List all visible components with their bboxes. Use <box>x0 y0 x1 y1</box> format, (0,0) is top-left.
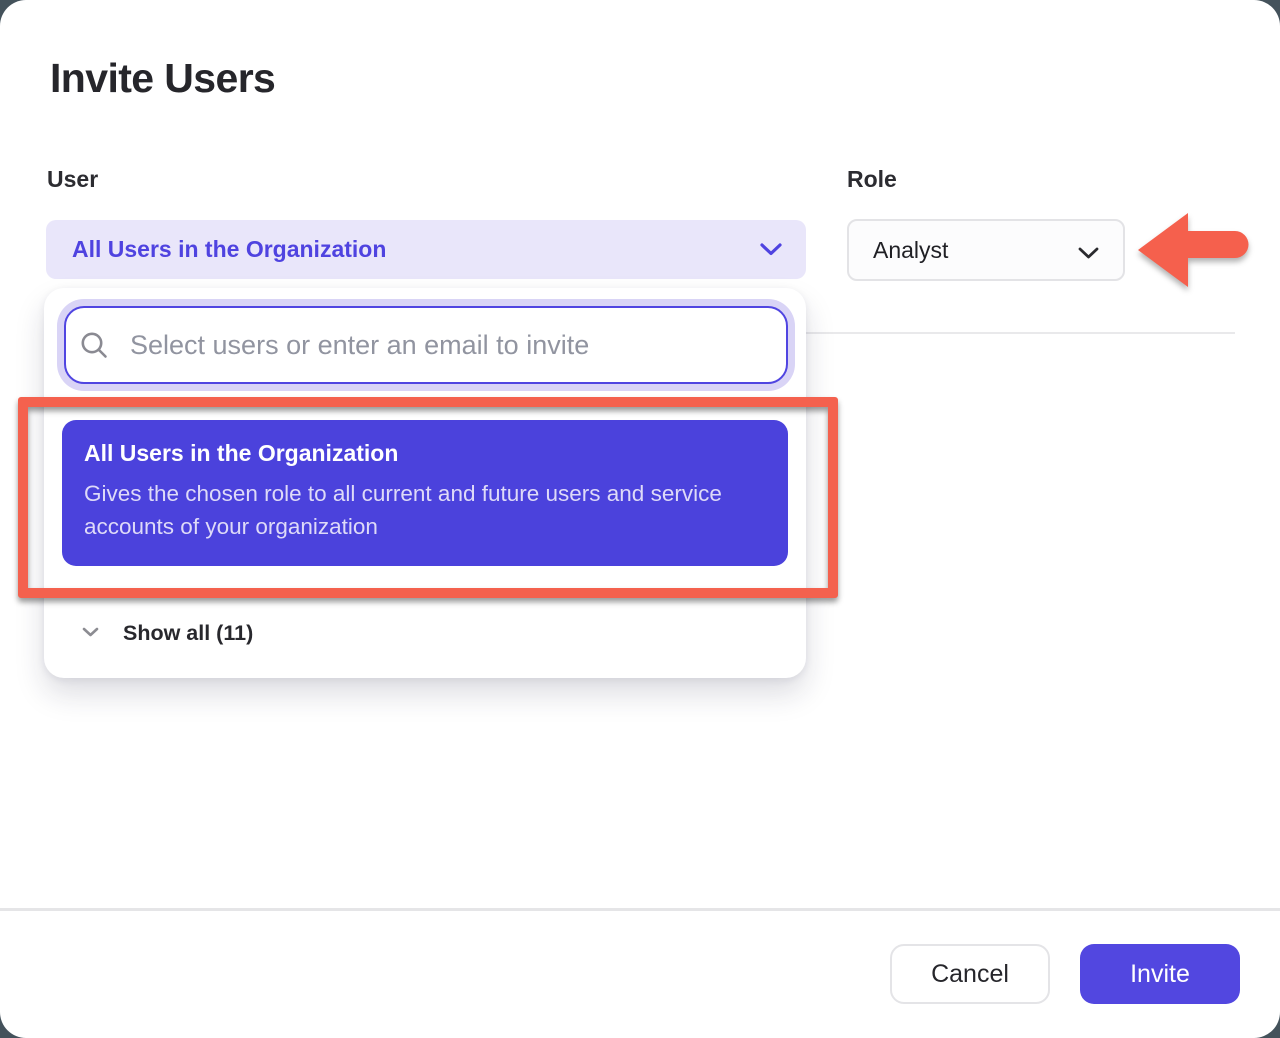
chevron-down-icon <box>760 243 782 261</box>
invite-button[interactable]: Invite <box>1080 944 1240 1004</box>
option-all-users[interactable]: All Users in the Organization Gives the … <box>62 420 788 566</box>
annotation-left-arrow-icon <box>1136 210 1252 295</box>
user-select-value: All Users in the Organization <box>72 236 386 263</box>
user-search-input[interactable] <box>64 306 788 384</box>
role-field-label: Role <box>847 166 897 193</box>
invite-users-modal: Invite Users User Role All Users in the … <box>0 0 1280 1038</box>
chevron-down-icon <box>82 624 99 642</box>
cancel-button[interactable]: Cancel <box>890 944 1050 1004</box>
role-select[interactable]: Analyst <box>847 219 1125 281</box>
page-title: Invite Users <box>50 55 275 102</box>
show-all-label: Show all (11) <box>123 621 253 646</box>
option-description: Gives the chosen role to all current and… <box>84 477 772 543</box>
footer-divider <box>0 908 1280 911</box>
chevron-down-icon <box>1078 246 1099 264</box>
role-select-value: Analyst <box>873 237 948 264</box>
user-field-label: User <box>47 166 98 193</box>
show-all-button[interactable]: Show all (11) <box>62 614 253 652</box>
user-select-trigger[interactable]: All Users in the Organization <box>46 220 806 279</box>
option-title: All Users in the Organization <box>84 440 766 467</box>
